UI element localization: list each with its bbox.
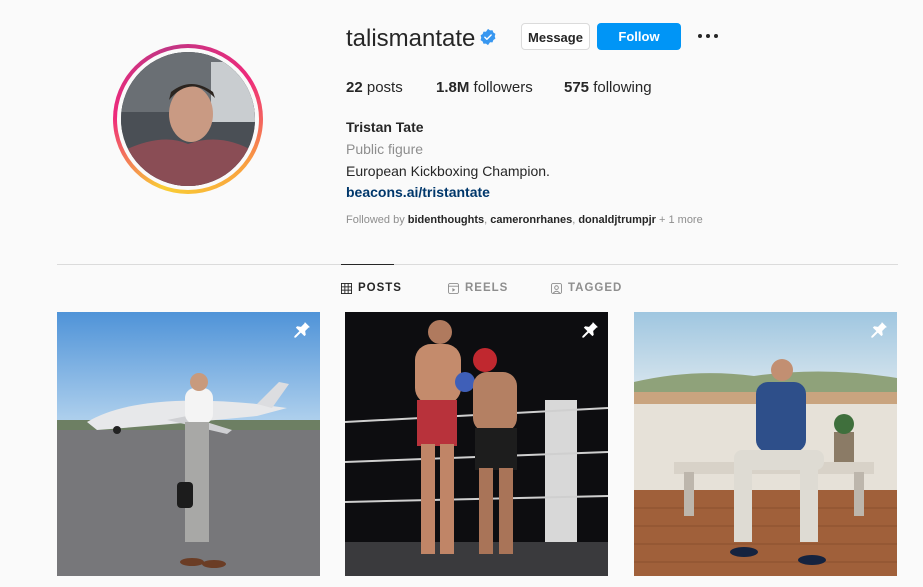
tab-reels-label: REELS bbox=[465, 282, 509, 294]
username: talismantate bbox=[346, 25, 476, 52]
follow-button[interactable]: Follow bbox=[597, 23, 681, 50]
post-image-kickboxing bbox=[345, 312, 608, 576]
avatar-photo bbox=[121, 52, 255, 186]
tab-reels[interactable]: REELS bbox=[448, 282, 508, 294]
followed-by-user[interactable]: donaldjtrumpjr bbox=[578, 214, 656, 226]
followed-by[interactable]: Followed by bidenthoughts, cameronrhanes… bbox=[346, 214, 703, 226]
verified-badge-icon bbox=[480, 28, 496, 46]
tab-posts-label: POSTS bbox=[358, 282, 402, 294]
pinned-icon bbox=[582, 322, 598, 338]
posts-count: 22 bbox=[346, 79, 363, 96]
posts-stat: 22 posts bbox=[346, 79, 403, 96]
following-stat[interactable]: 575 following bbox=[564, 79, 652, 96]
following-count: 575 bbox=[564, 79, 590, 96]
followers-count: 1.8M bbox=[436, 79, 470, 96]
pinned-icon bbox=[294, 322, 310, 338]
following-label: following bbox=[593, 79, 652, 96]
grid-icon bbox=[341, 282, 352, 294]
pinned-icon bbox=[871, 322, 887, 338]
followers-label: followers bbox=[473, 79, 533, 96]
followed-by-user[interactable]: bidenthoughts bbox=[408, 214, 484, 226]
posts-label: posts bbox=[366, 79, 403, 96]
followed-by-user[interactable]: cameronrhanes bbox=[490, 214, 572, 226]
avatar[interactable] bbox=[121, 52, 255, 186]
tab-posts[interactable]: POSTS bbox=[341, 282, 402, 294]
full-name: Tristan Tate bbox=[346, 119, 424, 135]
followed-by-prefix: Followed by bbox=[346, 214, 405, 226]
message-button[interactable]: Message bbox=[521, 23, 590, 50]
followers-stat[interactable]: 1.8M followers bbox=[436, 79, 533, 96]
category-label: Public figure bbox=[346, 141, 424, 157]
bio-text: European Kickboxing Champion. bbox=[346, 163, 550, 179]
post-image-terrace bbox=[634, 312, 897, 576]
more-options-icon[interactable] bbox=[697, 28, 719, 44]
tab-tagged-label: TAGGED bbox=[568, 282, 623, 294]
profile-avatar-ring[interactable] bbox=[113, 44, 263, 194]
avatar-ring-gap bbox=[117, 48, 259, 190]
reels-icon bbox=[448, 282, 459, 294]
post-image-jet bbox=[57, 312, 320, 576]
bio-link[interactable]: beacons.ai/tristantate bbox=[346, 184, 490, 200]
active-tab-indicator bbox=[341, 264, 394, 265]
tabs-divider bbox=[57, 264, 898, 265]
post-thumbnail[interactable] bbox=[57, 312, 320, 576]
followed-by-more[interactable]: + 1 more bbox=[659, 214, 703, 226]
post-thumbnail[interactable] bbox=[634, 312, 897, 576]
tab-tagged[interactable]: TAGGED bbox=[551, 282, 622, 294]
post-thumbnail[interactable] bbox=[345, 312, 608, 576]
tagged-icon bbox=[551, 282, 562, 294]
